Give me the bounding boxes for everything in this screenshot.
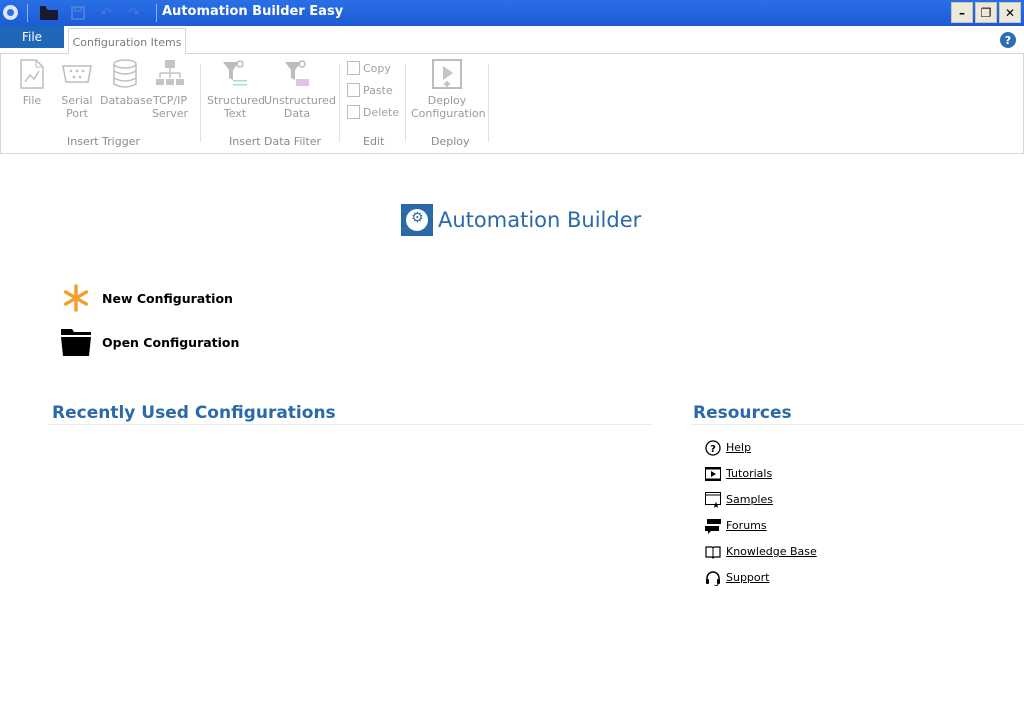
group-label-insert-data-filter: Insert Data Filter <box>229 135 322 148</box>
samples-icon: ★ <box>704 491 721 508</box>
insert-structured-text-filter-button[interactable]: Structured Text <box>207 58 266 120</box>
resources-title: Resources <box>693 403 792 423</box>
section-divider <box>48 424 652 425</box>
network-server-icon <box>154 58 186 90</box>
open-configuration-label: Open Configuration <box>102 334 240 350</box>
filter-data-icon <box>281 58 313 90</box>
group-separator <box>200 64 201 142</box>
resource-knowledge-base-link[interactable]: Knowledge Base <box>704 543 817 560</box>
svg-text:★: ★ <box>711 501 719 508</box>
insert-tcp-ip-server-trigger-button[interactable]: TCP/IP Server <box>151 58 189 120</box>
delete-button[interactable]: Delete <box>347 105 399 119</box>
resource-label: Support <box>726 571 770 584</box>
deploy-configuration-button[interactable]: Deploy Configuration <box>411 58 486 120</box>
group-separator <box>405 64 406 142</box>
button-label: Server <box>151 107 189 120</box>
button-label: Delete <box>363 105 400 119</box>
recent-configurations-list <box>48 430 652 630</box>
title-bar: ↶ ↷ Automation Builder Easy – ❐ ✕ <box>0 0 1024 26</box>
insert-unstructured-data-filter-button[interactable]: Unstructured Data <box>264 58 336 120</box>
ribbon-tab-row: File Configuration Items ? <box>0 26 1024 55</box>
restore-button[interactable]: ❐ <box>975 2 997 23</box>
help-circle-icon: ? <box>704 439 721 456</box>
help-icon[interactable]: ? <box>1000 32 1016 48</box>
group-separator <box>488 64 489 142</box>
copy-button[interactable]: Copy <box>347 61 391 75</box>
button-label: Database <box>100 94 153 107</box>
group-label-edit: Edit <box>363 135 385 148</box>
resource-label: Help <box>726 441 752 454</box>
database-icon <box>109 58 141 90</box>
folder-icon <box>60 326 92 358</box>
toolbar-separator <box>27 4 28 22</box>
app-icon[interactable] <box>3 5 18 20</box>
resource-samples-link[interactable]: ★ Samples <box>704 491 773 508</box>
button-label: Port <box>66 107 88 120</box>
resource-help-link[interactable]: ? Help <box>704 439 751 456</box>
button-label: Configuration <box>411 107 486 120</box>
button-label: File <box>22 94 42 107</box>
forums-icon <box>704 517 721 534</box>
filter-text-icon <box>219 58 251 90</box>
resource-label: Tutorials <box>726 467 773 480</box>
deploy-icon <box>431 58 463 90</box>
close-button[interactable]: ✕ <box>999 2 1021 23</box>
resource-tutorials-link[interactable]: Tutorials <box>704 465 772 482</box>
insert-serial-port-trigger-button[interactable]: Serial Port <box>59 58 95 120</box>
window-title: Automation Builder Easy <box>162 4 344 19</box>
brand-header: Automation Builder <box>401 204 641 236</box>
paste-button[interactable]: Paste <box>347 83 393 97</box>
button-label: TCP/IP <box>153 94 187 107</box>
tab-configuration-items[interactable]: Configuration Items <box>68 28 186 55</box>
button-label: Deploy <box>427 94 467 107</box>
ribbon: File Serial Port Database TCP/IP Server … <box>0 54 1024 154</box>
resource-label: Samples <box>726 493 773 506</box>
automation-builder-logo-icon <box>401 204 433 236</box>
headset-icon <box>704 569 721 586</box>
group-label-insert-trigger: Insert Trigger <box>67 135 140 148</box>
button-label: Serial <box>61 94 93 107</box>
resource-label: Forums <box>726 519 767 532</box>
button-label: Copy <box>363 61 391 75</box>
resource-forums-link[interactable]: Forums <box>704 517 767 534</box>
asterisk-icon <box>60 282 92 314</box>
insert-database-trigger-button[interactable]: Database <box>100 58 153 107</box>
resource-support-link[interactable]: Support <box>704 569 769 586</box>
serial-port-icon <box>61 58 93 90</box>
redo-icon[interactable]: ↷ <box>125 5 143 21</box>
open-folder-icon[interactable] <box>40 5 58 21</box>
resource-label: Knowledge Base <box>726 545 817 558</box>
open-configuration-button[interactable]: Open Configuration <box>60 326 239 358</box>
button-label: Data <box>283 107 311 120</box>
new-configuration-label: New Configuration <box>102 290 233 306</box>
delete-icon <box>347 105 360 119</box>
minimize-button[interactable]: – <box>951 2 973 23</box>
copy-icon <box>347 61 360 75</box>
group-label-deploy: Deploy <box>431 135 470 148</box>
svg-text:?: ? <box>710 444 716 455</box>
save-icon[interactable] <box>69 5 87 21</box>
button-label: Unstructured <box>264 94 336 107</box>
paste-icon <box>347 83 360 97</box>
button-label: Structured <box>207 94 266 107</box>
new-configuration-button[interactable]: New Configuration <box>60 282 233 314</box>
tab-file[interactable]: File <box>0 26 64 48</box>
button-label: Paste <box>363 83 393 97</box>
group-separator <box>339 64 340 142</box>
button-label: Text <box>223 107 247 120</box>
undo-icon[interactable]: ↶ <box>97 5 115 21</box>
file-chart-icon <box>16 58 48 90</box>
toolbar-separator <box>156 4 157 22</box>
book-icon <box>704 543 721 560</box>
recent-configurations-title: Recently Used Configurations <box>52 403 336 423</box>
insert-file-trigger-button[interactable]: File <box>15 58 49 107</box>
section-divider <box>690 424 1024 425</box>
video-icon <box>704 465 721 482</box>
brand-title: Automation Builder <box>438 208 642 232</box>
